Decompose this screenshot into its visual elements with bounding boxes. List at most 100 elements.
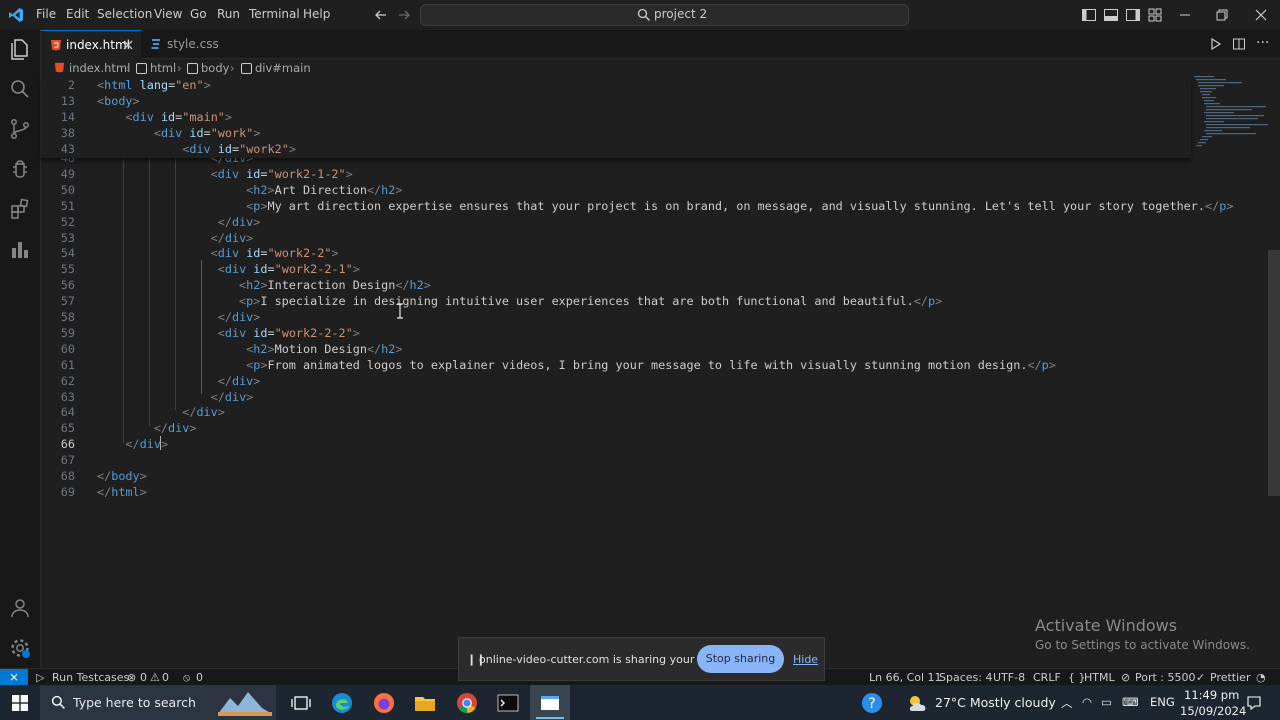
vertical-scrollbar[interactable] [1268,250,1280,496]
firefox-icon[interactable] [372,691,396,715]
keyboard-icon[interactable]: ⌨ [1122,695,1139,709]
toggle-secondary-sidebar-icon[interactable] [1125,7,1141,23]
breadcrumb-html[interactable]: html [150,61,176,75]
code-line[interactable]: </div> [97,437,168,451]
customize-layout-icon[interactable] [1147,7,1163,23]
code-line[interactable]: <body> [97,94,140,108]
minimap[interactable] [1192,74,1268,154]
code-line[interactable]: <div id="work2-2"> [97,246,339,260]
ports-icon[interactable]: ⦸ [183,671,190,685]
search-view-icon[interactable] [8,77,32,101]
code-line[interactable]: <p>I specialize in designing intuitive u… [97,294,942,308]
menu-file[interactable]: File [36,7,56,21]
menu-run[interactable]: Run [217,7,240,21]
weather-text[interactable]: 27°C Mostly cloudy [935,695,1056,710]
code-line[interactable]: <div id="work"> [97,126,261,140]
remote-indicator-icon[interactable]: ⨯ [0,669,28,686]
notifications-bell-icon[interactable]: ◔ [1256,671,1266,684]
error-icon[interactable]: ⊗ [127,671,136,684]
edge-browser-icon[interactable] [330,691,354,715]
code-line[interactable]: </html> [97,485,147,499]
close-window-icon[interactable] [1253,7,1269,23]
taskbar-active-app[interactable] [530,685,570,720]
clock-time[interactable]: 11:49 pm [1184,688,1239,702]
code-line[interactable]: <div id="work2-2-2"> [97,326,360,340]
accounts-icon[interactable] [8,596,32,620]
network-icon[interactable]: ◠ [1082,695,1092,709]
stop-sharing-button[interactable]: Stop sharing [697,645,784,673]
breadcrumb-file[interactable]: index.html [69,61,130,75]
code-line[interactable]: <div id="work2-1-2"> [97,167,353,181]
code-line[interactable]: <h2>Interaction Design</h2> [97,278,431,292]
run-debug-icon[interactable] [8,157,32,181]
source-control-icon[interactable] [8,117,32,141]
run-file-icon[interactable] [1209,37,1223,51]
menu-edit[interactable]: Edit [66,7,89,21]
explorer-icon[interactable] [8,37,32,61]
input-language[interactable]: ENG [1150,695,1175,709]
sticky-scroll[interactable]: 2 <html lang="en"> 13 <body> 14 <div id="mai… [41,78,1191,158]
back-arrow-icon[interactable] [373,7,389,23]
taskbar-search-box[interactable]: Type here to search [40,685,276,720]
split-editor-icon[interactable] [1232,37,1246,51]
code-line[interactable]: <html lang="en"> [97,78,211,92]
windows-start-icon[interactable] [12,695,28,711]
chrome-icon[interactable] [455,691,479,715]
hide-link[interactable]: Hide [793,653,818,666]
menu-terminal[interactable]: Terminal [249,7,300,21]
chart-icon[interactable] [8,237,32,261]
encoding[interactable]: UTF-8 [993,671,1025,684]
code-line[interactable]: </div> [97,310,261,324]
code-line[interactable]: </div> [97,374,261,388]
code-line[interactable]: <h2>Motion Design</h2> [97,342,402,356]
code-line[interactable]: </div> [97,405,225,419]
forward-arrow-icon[interactable] [396,7,412,23]
code-line[interactable]: <h2>Art Direction</h2> [97,183,402,197]
close-tab-icon[interactable] [123,40,133,50]
help-icon[interactable]: ? [860,691,884,715]
minimize-icon[interactable] [1177,7,1193,23]
tab-style-css[interactable]: style.css [142,30,237,58]
line-ending[interactable]: CRLF [1033,671,1061,684]
battery-icon[interactable]: ▭ [1101,695,1112,709]
code-line[interactable]: <div id="work2"> [97,142,296,156]
menu-view[interactable]: View [154,7,182,21]
tab-index-html[interactable]: index.html [41,30,141,59]
cursor-position[interactable]: Ln 66, Col 11 [869,671,942,684]
live-server-port[interactable]: Port : 5500 [1135,671,1196,684]
ports-count[interactable]: 0 [196,671,203,684]
restore-icon[interactable] [1214,7,1230,23]
breadcrumb-body[interactable]: body [201,61,229,75]
code-line[interactable]: <p>My art direction expertise ensures th… [97,199,1233,213]
tab-label: index.html [66,38,130,52]
terminal-app-icon[interactable] [496,691,520,715]
extensions-icon[interactable] [8,197,32,221]
code-line[interactable]: <p>From animated logos to explainer vide… [97,358,1056,372]
warnings-count[interactable]: 0 [162,671,169,684]
clock-date[interactable]: 15/09/2024 [1180,704,1246,718]
notification-center-icon[interactable] [1246,695,1262,711]
file-explorer-icon[interactable] [413,691,437,715]
code-line[interactable]: </div> [97,215,261,229]
command-center-search[interactable]: project 2 [420,4,909,26]
menu-selection[interactable]: Selection [97,7,152,21]
run-testcases-button[interactable]: Run Testcases [52,671,129,684]
prettier-status[interactable]: Prettier [1210,671,1250,684]
code-line[interactable]: </body> [97,469,147,483]
breadcrumb-div-main[interactable]: div#main [255,61,311,75]
chevron-up-icon[interactable]: ︿ [1061,695,1073,711]
task-view-icon[interactable] [289,691,313,715]
warning-icon[interactable]: ⚠ [150,671,160,684]
code-line[interactable]: <div id="main"> [97,110,232,124]
code-line[interactable]: </div> [97,421,197,435]
settings-gear-icon[interactable] [8,636,32,660]
indentation[interactable]: Spaces: 4 [939,671,992,684]
menu-help[interactable]: Help [303,7,330,21]
language-mode[interactable]: HTML [1084,671,1115,684]
problems-count[interactable]: 0 [140,671,147,684]
code-line[interactable]: <div id="work2-2-1"> [97,262,360,276]
toggle-primary-sidebar-icon[interactable] [1081,7,1097,23]
toggle-panel-icon[interactable] [1103,7,1119,23]
more-actions-icon[interactable]: ··· [1256,35,1269,51]
menu-go[interactable]: Go [190,7,207,21]
